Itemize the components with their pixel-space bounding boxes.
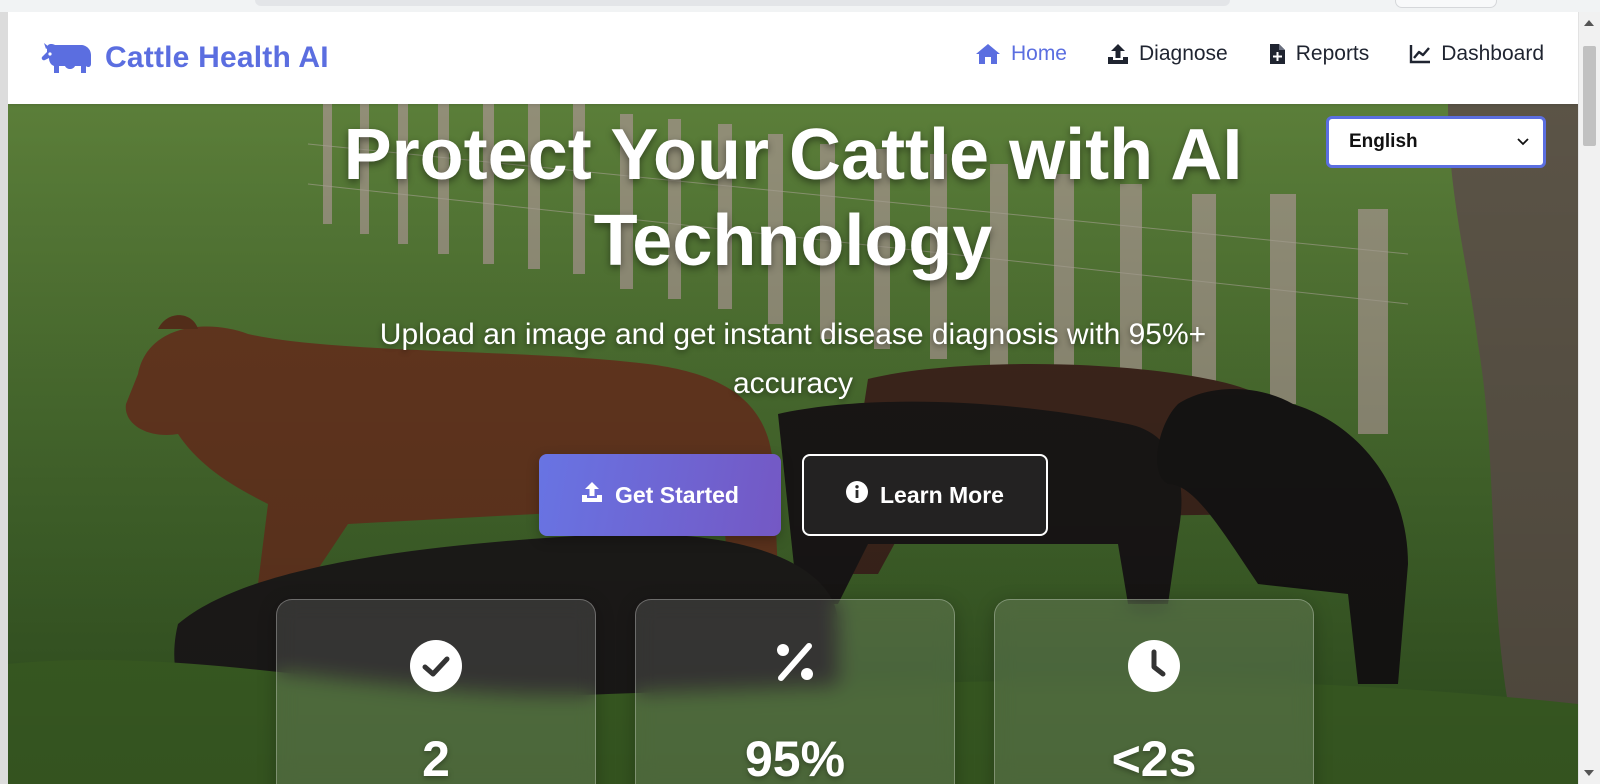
learn-more-label: Learn More (880, 481, 1004, 508)
nav-item-reports[interactable]: Reports (1268, 42, 1370, 66)
browser-chrome (0, 0, 1600, 12)
nav-item-diagnose[interactable]: Diagnose (1107, 42, 1228, 66)
scroll-up-icon[interactable] (1584, 20, 1594, 26)
page-viewport: Cattle Health AI Home Diagnose Reports D… (8, 12, 1578, 784)
hero-title: Protect Your Cattle with AI Technology (208, 112, 1378, 284)
chevron-down-icon (1517, 138, 1529, 146)
brand-logo[interactable]: Cattle Health AI (41, 40, 329, 76)
nav-item-label: Dashboard (1441, 42, 1544, 65)
hero-subtitle-line1: Upload an image and get instant disease … (379, 318, 1207, 351)
stat-value: 2 (422, 731, 450, 784)
hero-title-line1: Protect Your Cattle with AI (343, 115, 1243, 195)
hero-subtitle: Upload an image and get instant disease … (293, 310, 1293, 408)
scrollbar-thumb[interactable] (1583, 46, 1596, 146)
nav-item-dashboard[interactable]: Dashboard (1409, 42, 1544, 66)
language-select-value: English (1349, 131, 1418, 152)
nav-item-label: Diagnose (1139, 42, 1228, 65)
line-chart-icon (1409, 44, 1431, 64)
main-nav: Home Diagnose Reports Dashboard (975, 42, 1544, 66)
vertical-scrollbar[interactable] (1578, 12, 1600, 784)
navbar: Cattle Health AI Home Diagnose Reports D… (8, 12, 1578, 104)
percent-icon (773, 640, 817, 684)
upload-icon (581, 481, 603, 509)
clock-icon (1128, 640, 1180, 692)
nav-item-home[interactable]: Home (975, 42, 1067, 66)
hero-subtitle-line2: accuracy (732, 367, 854, 400)
info-icon (846, 481, 868, 509)
stat-value: <2s (1111, 731, 1197, 784)
hero-section: English Protect Your Cattle with AI Tech… (8, 104, 1578, 784)
stat-card-accuracy: 95% (635, 599, 955, 784)
scroll-down-icon[interactable] (1584, 770, 1594, 776)
upload-icon (1107, 43, 1129, 65)
stat-value: 95% (744, 731, 846, 784)
check-circle-icon (410, 640, 462, 692)
hero-title-line2: Technology (593, 201, 993, 281)
address-bar[interactable] (255, 0, 1230, 6)
cow-icon (41, 40, 93, 76)
get-started-button[interactable]: Get Started (539, 454, 781, 536)
stat-card-speed: <2s (994, 599, 1314, 784)
nav-item-label: Home (1010, 42, 1067, 65)
nav-item-label: Reports (1295, 42, 1370, 65)
learn-more-button[interactable]: Learn More (802, 454, 1048, 536)
file-plus-icon (1268, 43, 1286, 65)
brand-name: Cattle Health AI (105, 41, 329, 74)
language-select[interactable]: English (1326, 116, 1546, 168)
browser-control[interactable] (1395, 0, 1497, 8)
stat-card-diseases: 2 (276, 599, 596, 784)
get-started-label: Get Started (615, 481, 739, 508)
home-icon (975, 43, 1001, 65)
